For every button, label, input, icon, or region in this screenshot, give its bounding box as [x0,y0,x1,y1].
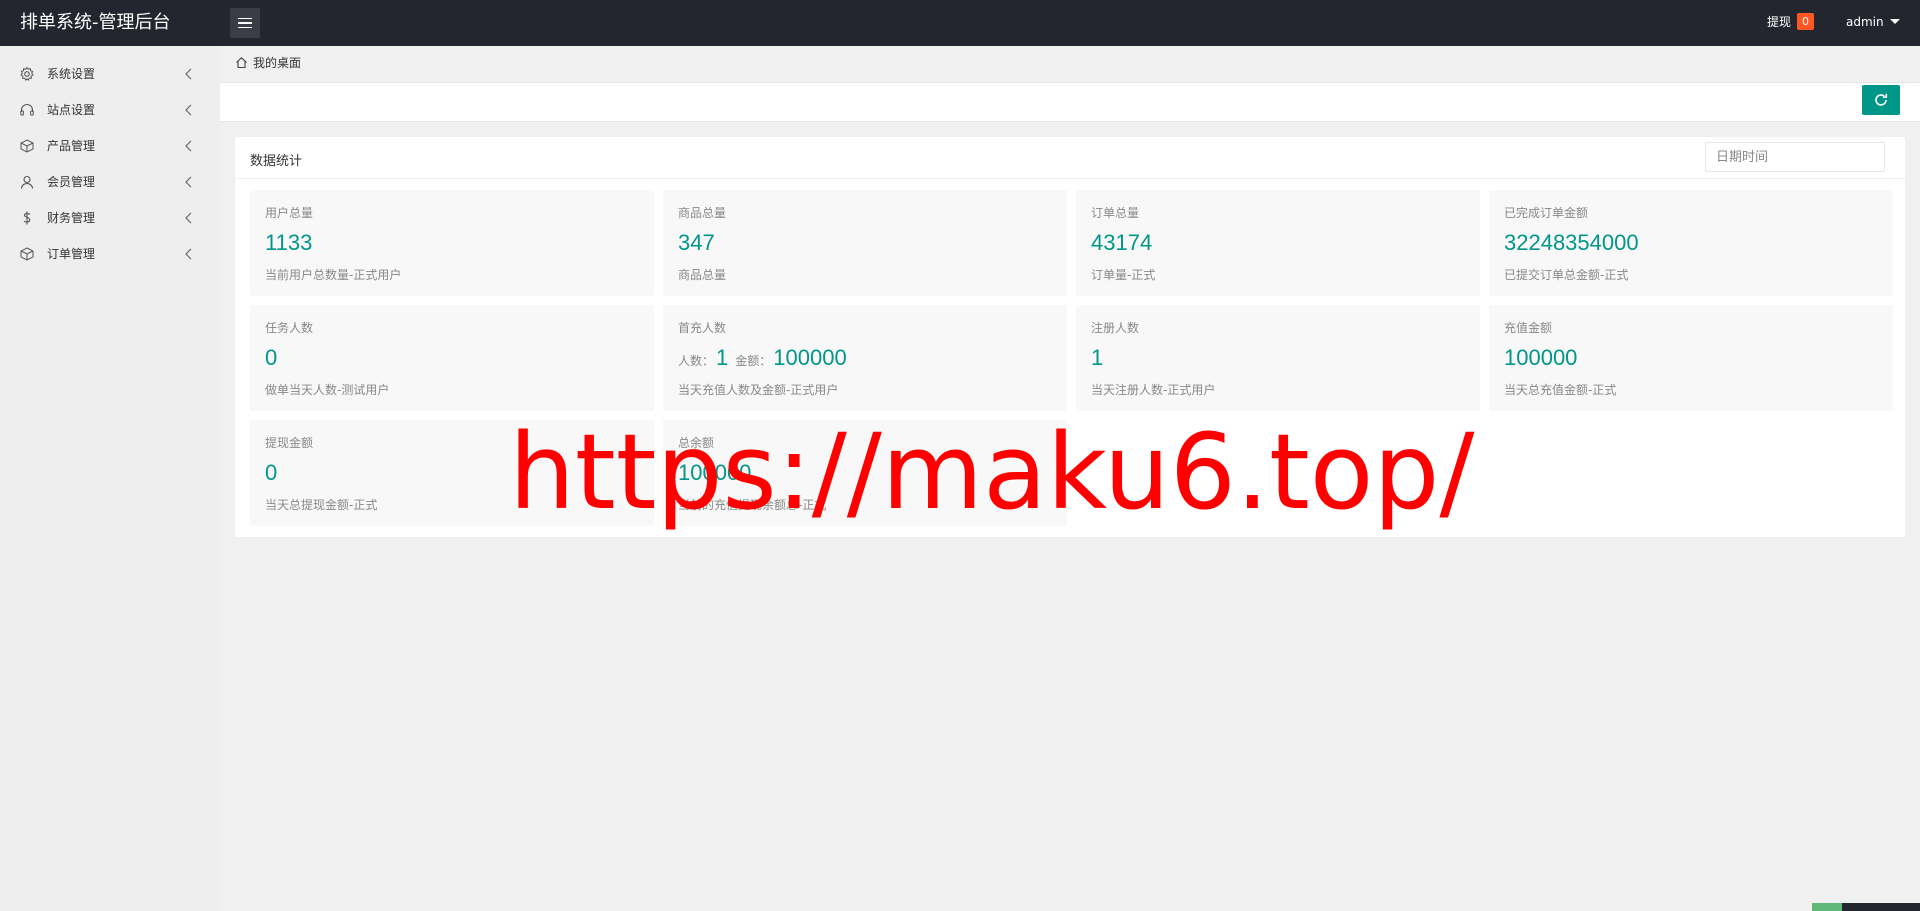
sidebar-item-member-management[interactable]: 会员管理 [0,164,219,200]
breadcrumb[interactable]: 我的桌面 [235,54,301,71]
gear-icon [20,66,34,81]
stat-value: 43174 [1091,230,1153,255]
withdraw-count-badge: 0 [1797,13,1815,30]
chevron-left-icon [185,104,192,116]
app-title: 排单系统-管理后台 [20,12,171,33]
stat-value: 100000 [1504,345,1578,370]
stat-desc: 当天充值人数及金额-正式用户 [678,383,839,397]
stat-desc: 当天总充值金额-正式 [1504,383,1617,397]
sidebar-item-label: 会员管理 [47,175,96,189]
stat-desc: 订单量-正式 [1091,268,1156,282]
stat-label: 充值金额 [1504,321,1553,335]
stats-card-title: 数据统计 [250,154,303,169]
dollar-icon [23,211,31,225]
stat-registered-users: 注册人数 1 当天注册人数-正式用户 [1076,305,1480,411]
stat-desc: 商品总量 [678,268,727,282]
sidebar-item-label: 订单管理 [47,247,96,261]
hamburger-icon [238,17,252,29]
date-time-input[interactable] [1705,142,1885,172]
sidebar-item-label: 产品管理 [47,139,96,153]
stat-label: 注册人数 [1091,321,1140,335]
home-icon [236,57,247,69]
refresh-button[interactable] [1862,85,1900,115]
toolbar [220,82,1920,122]
people-value: 1 [716,345,729,370]
chevron-left-icon [185,248,192,260]
withdraw-notification[interactable]: 提现 0 [1767,13,1815,30]
sidebar-item-label: 财务管理 [47,211,96,225]
menu-toggle-button[interactable] [230,8,260,38]
stat-label: 任务人数 [265,321,314,335]
stat-recharge-amount: 充值金额 100000 当天总充值金额-正式 [1489,305,1893,411]
headset-icon [20,104,34,116]
stat-total-products: 商品总量 347 商品总量 [663,190,1067,296]
watermark-url: https://maku6.top/ [509,411,1475,533]
sidebar-item-label: 系统设置 [47,67,96,81]
box-icon [20,139,34,153]
stat-desc: 做单当天人数-测试用户 [265,383,390,397]
caret-down-icon [1889,18,1900,24]
stat-total-orders: 订单总量 43174 订单量-正式 [1076,190,1480,296]
stat-value: 32248354000 [1504,230,1639,255]
stat-task-users: 任务人数 0 做单当天人数-测试用户 [250,305,654,411]
stat-value: 1133 [265,230,313,255]
stat-first-recharge: 首充人数 人数： 1 金额： 100000 当天充值人数及金额-正式用户 [663,305,1067,411]
stat-desc: 当天总提现金额-正式 [265,498,378,512]
amount-value: 100000 [773,345,847,370]
stat-label: 商品总量 [678,206,727,220]
stat-label: 用户总量 [265,206,314,220]
breadcrumb-label: 我的桌面 [253,56,302,70]
bottom-corner-accent [1812,903,1842,911]
user-name: admin [1846,15,1884,29]
stat-desc: 已提交订单总金额-正式 [1504,268,1629,282]
chevron-left-icon [185,68,192,80]
stat-value-group: 人数： 1 金额： 100000 [678,345,852,371]
stat-value: 0 [265,345,278,370]
stats-card-header: 数据统计 [235,137,1905,179]
sidebar-item-system-settings[interactable]: 系统设置 [0,56,219,92]
sidebar-item-finance-management[interactable]: 财务管理 [0,200,219,236]
chevron-left-icon [185,140,192,152]
stat-label: 已完成订单金额 [1504,206,1589,220]
sidebar-item-product-management[interactable]: 产品管理 [0,128,219,164]
refresh-icon [1875,93,1888,106]
stat-label: 订单总量 [1091,206,1140,220]
stat-desc: 当前用户总数量-正式用户 [265,268,402,282]
user-icon [20,175,34,189]
amount-prefix: 金额： [735,354,772,368]
sidebar-item-order-management[interactable]: 订单管理 [0,236,219,272]
stat-total-users: 用户总量 1133 当前用户总数量-正式用户 [250,190,654,296]
sidebar-item-label: 站点设置 [47,103,96,117]
stat-label: 提现金额 [265,436,314,450]
chevron-left-icon [185,176,192,188]
box-icon [20,247,34,261]
withdraw-label: 提现 [1767,15,1792,29]
user-menu[interactable]: admin [1846,15,1900,29]
sidebar: 系统设置 站点设置 产品管理 会员管理 财务管理 订单管理 [0,46,219,911]
stat-label: 首充人数 [678,321,727,335]
stat-completed-order-amount: 已完成订单金额 32248354000 已提交订单总金额-正式 [1489,190,1893,296]
top-header: 排单系统-管理后台 提现 0 admin [0,0,1920,46]
chevron-left-icon [185,212,192,224]
stat-desc: 当天注册人数-正式用户 [1091,383,1216,397]
stat-value: 0 [265,460,278,485]
stat-value: 1 [1091,345,1104,370]
sidebar-item-site-settings[interactable]: 站点设置 [0,92,219,128]
people-prefix: 人数： [678,354,715,368]
stat-value: 347 [678,230,715,255]
